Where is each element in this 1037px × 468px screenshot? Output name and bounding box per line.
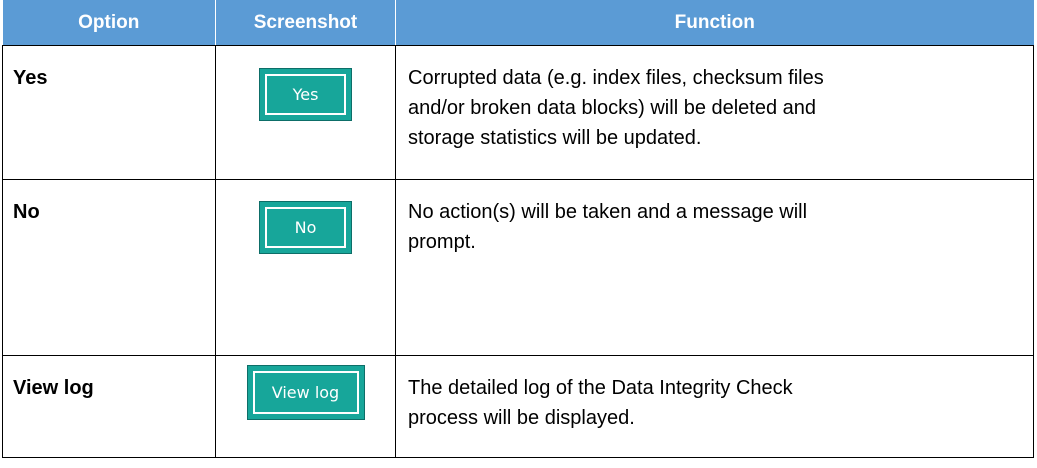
screenshot-cell-view-log: View log: [215, 355, 396, 458]
function-line: prompt.: [408, 231, 476, 253]
view-log-button-label: View log: [252, 371, 359, 414]
function-line: Corrupted data (e.g. index files, checks…: [408, 67, 824, 89]
table-row-yes: Yes Yes Corrupted data (e.g. index files…: [2, 45, 1034, 180]
header-option: Option: [2, 0, 216, 46]
option-name-no: No: [2, 179, 216, 356]
header-screenshot: Screenshot: [215, 0, 396, 46]
function-line: and/or broken data blocks) will be delet…: [408, 97, 817, 119]
view-log-button[interactable]: View log: [246, 365, 365, 420]
option-name-yes: Yes: [2, 45, 216, 180]
function-line: The detailed log of the Data Integrity C…: [408, 377, 793, 399]
function-line: storage statistics will be updated.: [408, 127, 702, 149]
screenshot-cell-yes: Yes: [215, 45, 396, 180]
table-row-view-log: View log View log The detailed log of th…: [2, 355, 1034, 458]
function-line: process will be displayed.: [408, 407, 635, 429]
option-name-view-log: View log: [2, 355, 216, 458]
no-button[interactable]: No: [259, 201, 352, 254]
function-text-view-log: The detailed log of the Data Integrity C…: [395, 355, 1034, 458]
yes-button-label: Yes: [265, 74, 346, 115]
screenshot-cell-no: No: [215, 179, 396, 356]
header-row: Option Screenshot Function: [2, 0, 1034, 46]
yes-button[interactable]: Yes: [259, 68, 352, 121]
function-text-no: No action(s) will be taken and a message…: [395, 179, 1034, 356]
function-line: No action(s) will be taken and a message…: [408, 201, 808, 223]
no-button-label: No: [265, 207, 346, 248]
options-table: Option Screenshot Function Yes Yes Corru…: [2, 0, 1034, 458]
table-row-no: No No No action(s) will be taken and a m…: [2, 179, 1034, 356]
function-text-yes: Corrupted data (e.g. index files, checks…: [395, 45, 1034, 180]
header-function: Function: [395, 0, 1034, 46]
